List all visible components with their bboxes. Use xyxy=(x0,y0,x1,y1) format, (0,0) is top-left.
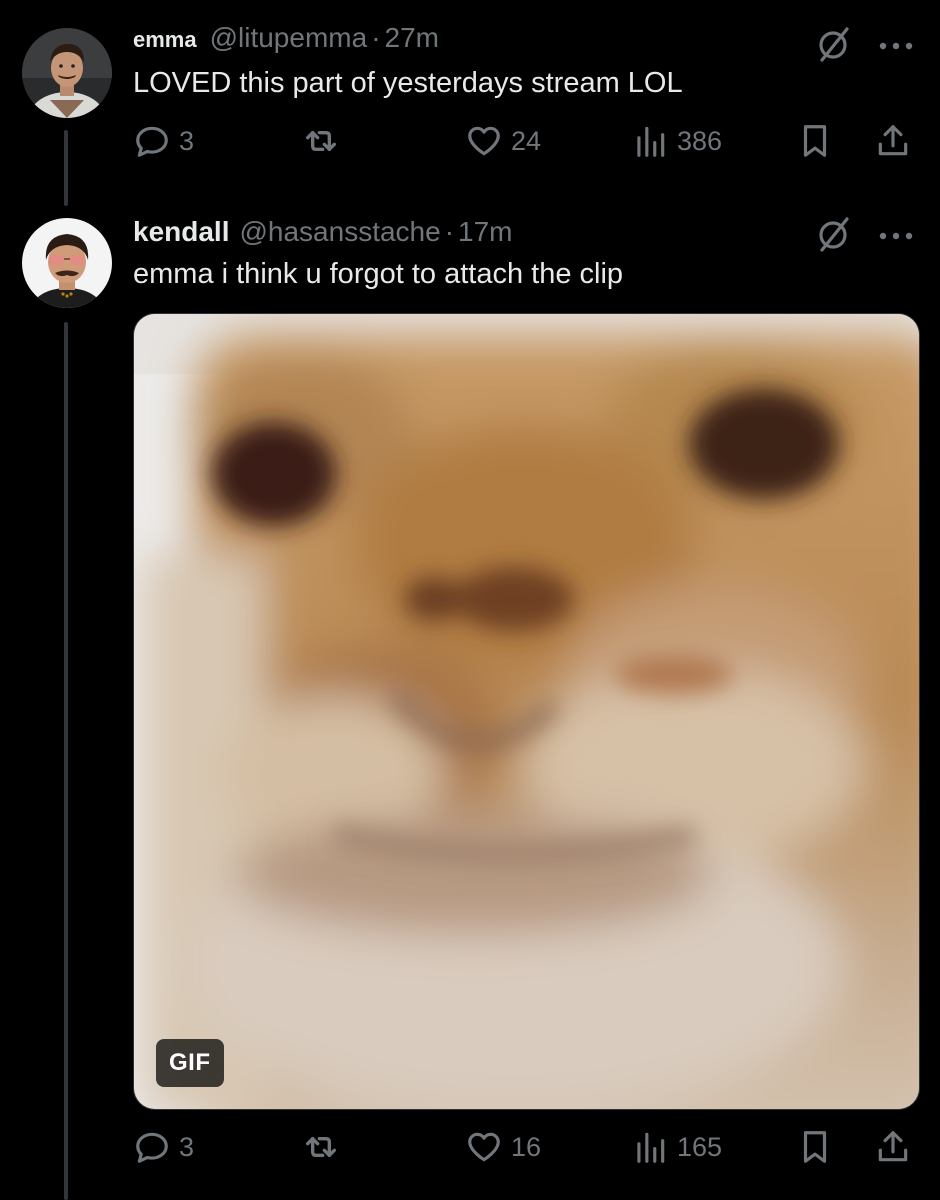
avatar-emma[interactable] xyxy=(22,28,112,118)
tweet-header: kendall @hasansstache · 17m xyxy=(133,216,513,248)
display-name[interactable]: emma xyxy=(133,27,197,53)
retweet-icon xyxy=(301,1127,341,1167)
views-count: 165 xyxy=(677,1131,723,1162)
reply-count: 3 xyxy=(179,125,195,156)
thread-line-top xyxy=(64,130,68,206)
bookmark-button[interactable] xyxy=(796,119,834,163)
reply-icon xyxy=(133,122,171,160)
tweet-text: LOVED this part of yesterdays stream LOL xyxy=(133,67,683,99)
share-button[interactable] xyxy=(874,119,912,163)
like-count: 24 xyxy=(511,125,542,156)
share-icon xyxy=(874,1128,912,1166)
gif-media[interactable]: GIF xyxy=(133,313,920,1110)
views-icon xyxy=(631,1128,669,1166)
views-icon xyxy=(631,122,669,160)
tweet-actions: 3 24 386 xyxy=(133,119,918,163)
grok-icon[interactable] xyxy=(814,214,854,259)
separator: · xyxy=(371,22,381,53)
handle[interactable]: @litupemma xyxy=(210,22,368,54)
timestamp[interactable]: 17m xyxy=(458,216,512,248)
share-icon xyxy=(874,122,912,160)
views-button[interactable]: 165 xyxy=(631,1125,722,1169)
reply-button[interactable]: 3 xyxy=(133,119,194,163)
handle[interactable]: @hasansstache xyxy=(239,216,440,248)
heart-icon xyxy=(465,122,503,160)
like-button[interactable]: 24 xyxy=(465,119,541,163)
tweet-text: emma i think u forgot to attach the clip xyxy=(133,258,624,290)
display-name[interactable]: kendall xyxy=(133,216,229,248)
timestamp[interactable]: 27m xyxy=(385,22,439,54)
more-icon[interactable] xyxy=(878,38,914,56)
bookmark-icon xyxy=(796,1128,834,1166)
bookmark-button[interactable] xyxy=(796,1125,834,1169)
like-button[interactable]: 16 xyxy=(465,1125,541,1169)
grok-icon[interactable] xyxy=(814,24,854,69)
avatar-kendall[interactable] xyxy=(22,218,112,308)
share-button[interactable] xyxy=(874,1125,912,1169)
tweet-actions: 3 16 165 xyxy=(133,1125,918,1169)
heart-icon xyxy=(465,1128,503,1166)
gif-badge: GIF xyxy=(156,1039,224,1087)
retweet-button[interactable] xyxy=(301,119,349,163)
separator: · xyxy=(444,216,455,247)
retweet-button[interactable] xyxy=(301,1125,349,1169)
bookmark-icon xyxy=(796,122,834,160)
reply-count: 3 xyxy=(179,1131,195,1162)
like-count: 16 xyxy=(511,1131,542,1162)
reply-icon xyxy=(133,1128,171,1166)
retweet-icon xyxy=(301,121,341,161)
cat-gif-image xyxy=(134,314,919,1109)
tweet-header: emma @litupemma · 27m xyxy=(133,22,439,54)
thread-line-bottom xyxy=(64,322,68,1200)
views-count: 386 xyxy=(677,125,723,156)
reply-button[interactable]: 3 xyxy=(133,1125,194,1169)
views-button[interactable]: 386 xyxy=(631,119,722,163)
more-icon[interactable] xyxy=(878,228,914,246)
